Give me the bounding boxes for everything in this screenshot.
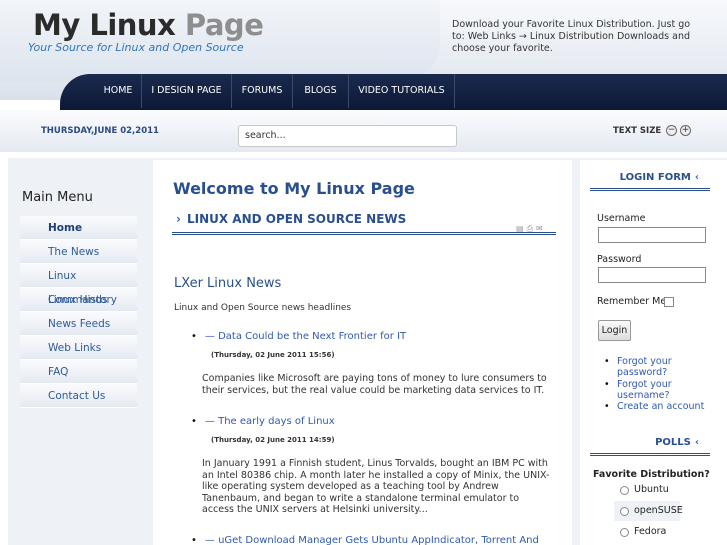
poll-option-label: Fedora xyxy=(634,526,667,537)
news-item: — The early days of Linux (Thursday, 02 … xyxy=(191,416,551,516)
menu-item-news-feeds[interactable]: News Feeds xyxy=(20,312,137,336)
logo-page-text: Page xyxy=(184,8,264,42)
poll-option-label: Ubuntu xyxy=(634,484,669,495)
forgot-username-link[interactable]: Forgot your username? xyxy=(604,379,716,402)
section-heading-text: LINUX AND OPEN SOURCE NEWS xyxy=(186,212,407,226)
article-tools: ▤⎙✉ xyxy=(516,224,546,234)
site-logo[interactable]: My Linux Page xyxy=(33,8,264,42)
main-nav: HOME I DESIGN PAGE FORUMS BLOGS VIDEO TU… xyxy=(60,74,727,110)
main-menu: Home The News Linux Commands Linux Histo… xyxy=(20,216,137,408)
email-icon[interactable]: ✉ xyxy=(536,224,546,233)
site-tagline: Your Source for Linux and Open Source xyxy=(28,41,244,54)
nav-blogs[interactable]: BLOGS xyxy=(293,74,349,108)
username-label: Username xyxy=(597,213,646,224)
news-item: — uGet Download Manager Gets Ubuntu AppI… xyxy=(191,535,551,545)
password-field[interactable] xyxy=(598,267,706,283)
nav-video-tutorials[interactable]: VIDEO TUTORIALS xyxy=(349,74,455,108)
poll-option[interactable]: Fedora xyxy=(614,522,680,542)
news-title[interactable]: — Data Could be the Next Frontier for IT xyxy=(191,331,551,342)
login-links: Forgot your password? Forgot your userna… xyxy=(604,356,716,413)
menu-item-web-links[interactable]: Web Links xyxy=(20,336,137,360)
news-body: In January 1991 a Finnish student, Linus… xyxy=(202,458,550,515)
print-icon[interactable]: ⎙ xyxy=(527,224,536,233)
polls-title-text: POLLS xyxy=(655,437,691,448)
nav-forums[interactable]: FORUMS xyxy=(232,74,293,108)
feed-title[interactable]: LXer Linux News xyxy=(174,276,281,291)
poll-radio[interactable] xyxy=(620,507,629,516)
menu-item-linux-commands[interactable]: Linux Commands xyxy=(20,264,137,306)
news-date: (Thursday, 02 June 2011 15:56) xyxy=(211,351,335,359)
menu-item-home[interactable]: Home xyxy=(20,216,137,240)
menu-item-contact-us[interactable]: Contact Us xyxy=(20,384,137,408)
menu-item-the-news[interactable]: The News xyxy=(20,240,137,264)
login-form-title-text: LOGIN FORM xyxy=(619,172,691,183)
nav-home[interactable]: HOME xyxy=(95,74,142,108)
chevron-left-icon: ‹ xyxy=(694,437,699,448)
chevron-left-icon: ‹ xyxy=(694,172,699,183)
poll-option[interactable]: Ubuntu xyxy=(614,480,680,500)
username-field[interactable] xyxy=(598,227,706,243)
text-decrease-icon[interactable]: − xyxy=(666,125,677,136)
menu-item-linux-history[interactable]: Linux History xyxy=(20,288,137,312)
polls-divider xyxy=(590,453,710,456)
poll-option[interactable]: openSUSE xyxy=(614,501,683,521)
logo-main-text: My Linux xyxy=(33,8,176,42)
news-title[interactable]: — uGet Download Manager Gets Ubuntu AppI… xyxy=(191,535,551,545)
poll-radio[interactable] xyxy=(620,528,629,537)
news-body: Companies like Microsoft are paying tons… xyxy=(202,373,547,396)
text-size-label: TEXT SIZE xyxy=(613,126,662,136)
polls-title: POLLS ‹ xyxy=(655,437,699,448)
search-input[interactable]: search... xyxy=(238,125,457,147)
login-divider xyxy=(590,188,710,191)
pdf-icon[interactable]: ▤ xyxy=(516,224,527,233)
header-note: Download your Favorite Linux Distributio… xyxy=(452,19,691,54)
password-label: Password xyxy=(597,254,642,265)
page-title: Welcome to My Linux Page xyxy=(173,179,415,198)
chevron-right-icon: › xyxy=(176,212,181,226)
text-increase-icon[interactable]: + xyxy=(680,125,691,136)
feed-subtitle: Linux and Open Source news headlines xyxy=(174,303,352,313)
create-account-link[interactable]: Create an account xyxy=(604,401,716,413)
poll-radio[interactable] xyxy=(620,486,629,495)
main-menu-title: Main Menu xyxy=(22,190,93,205)
news-date: (Thursday, 02 June 2011 14:59) xyxy=(211,436,335,444)
poll-question: Favorite Distribution? xyxy=(593,469,710,480)
login-form-title: LOGIN FORM ‹ xyxy=(620,172,699,183)
remember-me-label: Remember Me xyxy=(597,296,667,307)
nav-i-design-page[interactable]: I DESIGN PAGE xyxy=(142,74,232,108)
current-date: THURSDAY,JUNE 02,2011 xyxy=(41,126,159,136)
login-button[interactable]: Login xyxy=(598,320,631,341)
section-divider xyxy=(172,232,556,235)
news-title[interactable]: — The early days of Linux xyxy=(191,416,551,427)
forgot-password-link[interactable]: Forgot your password? xyxy=(604,356,716,379)
news-item: — Data Could be the Next Frontier for IT… xyxy=(191,331,551,396)
section-heading: › LINUX AND OPEN SOURCE NEWS xyxy=(176,212,406,226)
menu-item-faq[interactable]: FAQ xyxy=(20,360,137,384)
remember-me-checkbox[interactable] xyxy=(664,297,674,307)
poll-option-label: openSUSE xyxy=(634,505,683,516)
